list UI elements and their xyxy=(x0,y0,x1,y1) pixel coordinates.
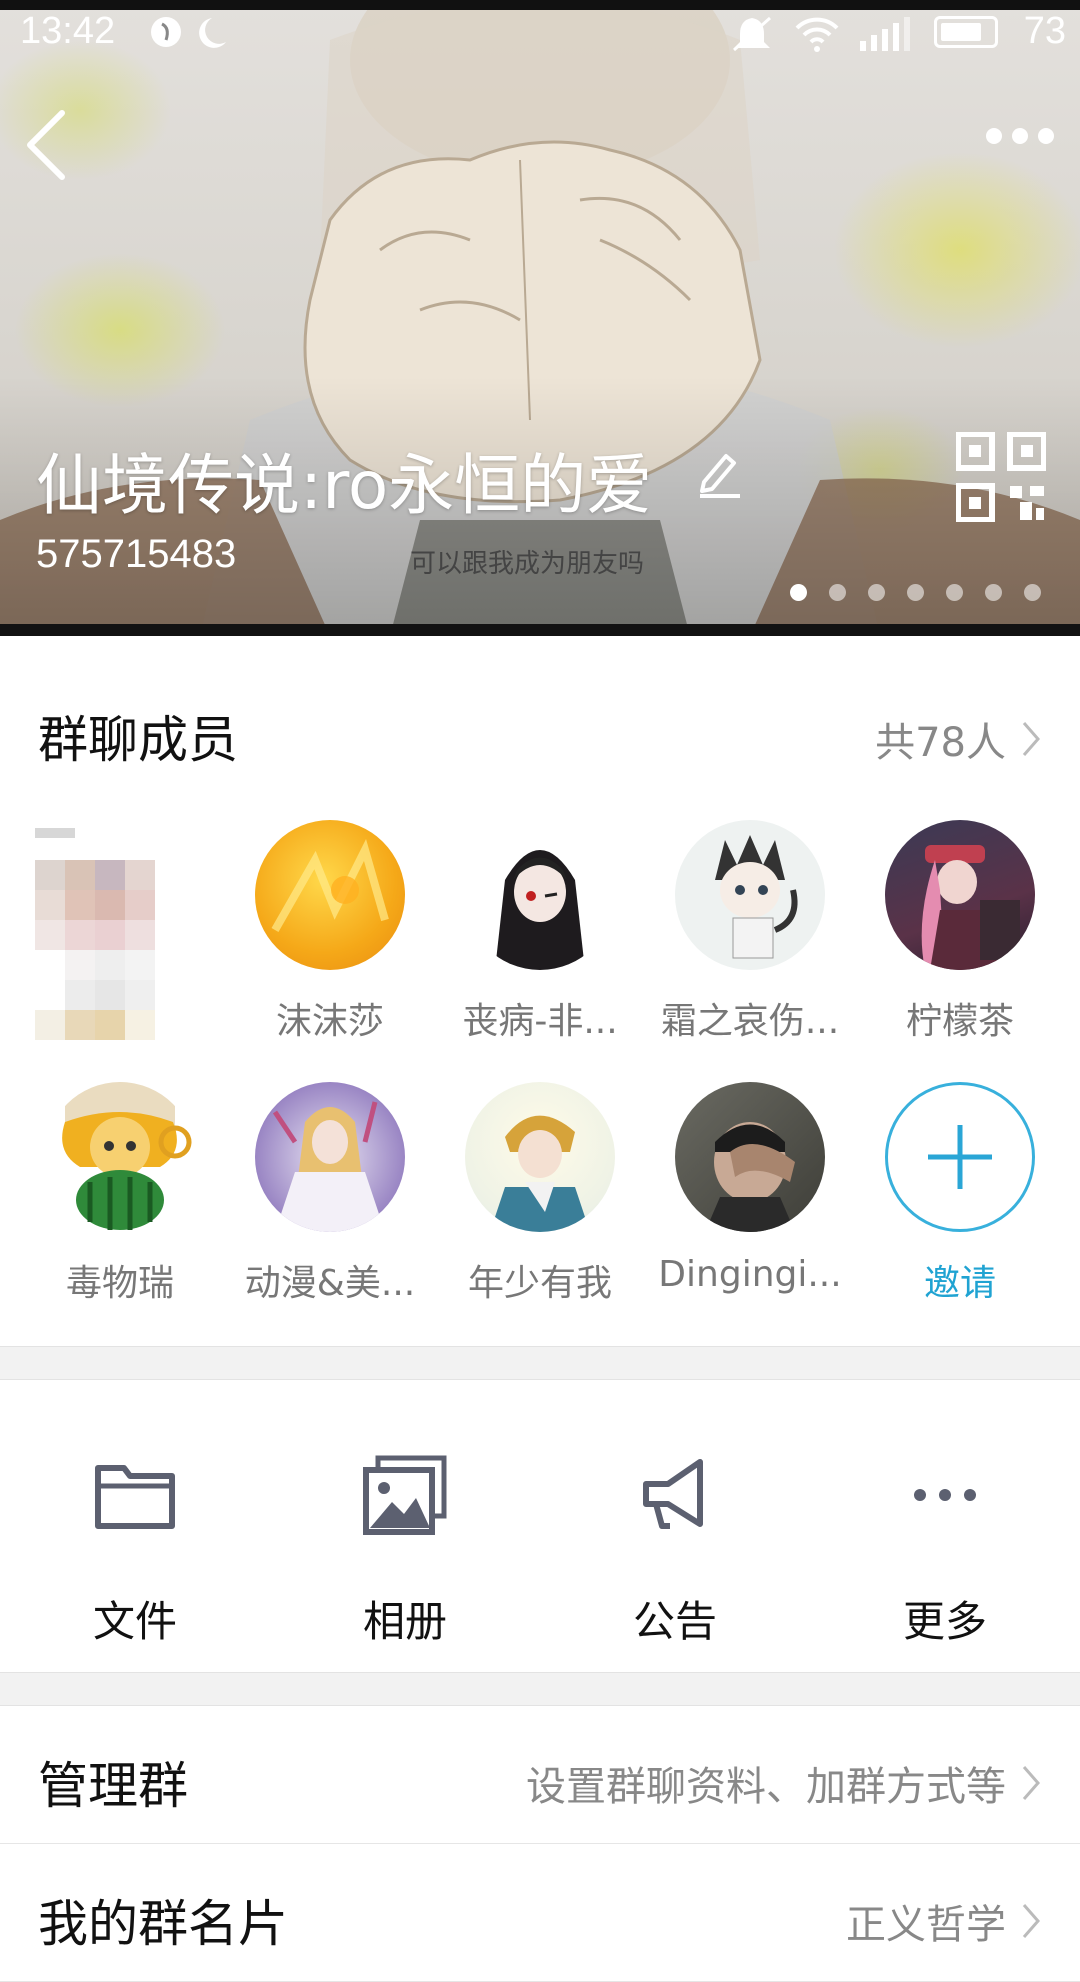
page-dot xyxy=(985,584,1002,601)
avatar xyxy=(675,820,825,970)
member-name: Dingingi... xyxy=(658,1254,842,1295)
page-dot xyxy=(868,584,885,601)
manage-group-row[interactable]: 管理群 设置群聊资料、加群方式等 xyxy=(0,1706,1080,1844)
member-count-link[interactable]: 共78人 xyxy=(875,710,1042,768)
mute-bell-icon xyxy=(733,16,771,52)
status-connectivity xyxy=(730,14,910,54)
avatar xyxy=(675,1082,825,1232)
member-item[interactable]: 霜之哀伤... xyxy=(645,820,855,1044)
invite-plus-icon xyxy=(885,1082,1035,1232)
my-group-card-row[interactable]: 我的群名片 正义哲学 xyxy=(0,1844,1080,1982)
member-item[interactable]: 年少有我 xyxy=(435,1082,645,1306)
banner-page-indicator xyxy=(790,584,1041,601)
member-name: 霜之哀伤... xyxy=(660,1001,840,1042)
avatar xyxy=(465,1082,615,1232)
member-item[interactable]: Dingingi... xyxy=(645,1082,855,1295)
row-value-text: 设置群聊资料、加群方式等 xyxy=(526,1764,1006,1810)
banner-subtitle: 可以跟我成为朋友吗 xyxy=(410,549,645,579)
group-id: 575715483 xyxy=(36,532,237,576)
tool-label: 更多 xyxy=(902,1597,987,1646)
member-name: 丧病-非... xyxy=(462,1001,618,1042)
member-name: 动漫&美... xyxy=(244,1263,416,1304)
moon-icon xyxy=(151,17,226,48)
chevron-right-icon xyxy=(1022,722,1040,756)
page-dot xyxy=(1024,584,1041,601)
group-tools: 文件 相册 公告 更多 xyxy=(0,1380,1080,1670)
back-arrow-icon[interactable] xyxy=(22,105,82,185)
member-count: 共78人 xyxy=(875,720,1006,766)
tool-announcement[interactable]: 公告 xyxy=(540,1380,810,1649)
qr-code-icon[interactable] xyxy=(956,432,1046,522)
invite-button[interactable]: 邀请 xyxy=(855,1082,1065,1306)
avatar xyxy=(45,1082,195,1232)
tool-label: 相册 xyxy=(362,1597,447,1646)
page-dot xyxy=(790,584,807,601)
group-header-banner[interactable]: 13:42 73 仙境传说:ro永恒的爱 575715483 可以跟我成为朋友吗 xyxy=(0,0,1080,636)
row-title: 管理群 xyxy=(38,1757,188,1815)
avatar xyxy=(465,820,615,970)
tool-label: 公告 xyxy=(632,1597,717,1646)
wifi-icon xyxy=(795,17,839,52)
members-section-title: 群聊成员 xyxy=(38,711,238,769)
member-name: 毒物瑞 xyxy=(65,1263,174,1304)
edit-pencil-icon[interactable] xyxy=(696,446,742,498)
banner-bottom-edge xyxy=(0,624,1080,636)
section-divider xyxy=(0,1346,1080,1380)
battery-icon xyxy=(934,16,998,48)
avatar xyxy=(885,820,1035,970)
album-icon xyxy=(363,1455,447,1535)
dot-icon xyxy=(1038,128,1054,144)
member-item[interactable]: 柠檬茶 xyxy=(855,820,1065,1044)
more-dots-icon xyxy=(914,1489,976,1501)
member-item[interactable]: 毒物瑞 xyxy=(15,1082,225,1306)
row-value: 设置群聊资料、加群方式等 xyxy=(526,1754,1042,1812)
member-item[interactable]: 丧病-非... xyxy=(435,820,645,1044)
folder-icon xyxy=(95,1465,175,1529)
chevron-right-icon xyxy=(1022,1766,1040,1800)
status-bar: 13:42 73 xyxy=(0,0,1080,64)
member-name: 柠檬茶 xyxy=(905,1001,1014,1042)
member-grid: 沫沫莎 丧病-非... 霜之哀伤... 柠檬茶 毒物瑞 动漫&美... 年少有我… xyxy=(0,820,1080,1304)
tool-more[interactable]: 更多 xyxy=(810,1380,1080,1649)
chevron-right-icon xyxy=(1022,1904,1040,1938)
status-notification-icons xyxy=(148,12,238,61)
row-value-text: 正义哲学 xyxy=(846,1902,1006,1948)
tool-label: 文件 xyxy=(92,1597,177,1646)
battery-level: 73 xyxy=(1023,10,1066,52)
dot-icon xyxy=(1012,128,1028,144)
avatar xyxy=(255,1082,405,1232)
member-name: 年少有我 xyxy=(467,1263,612,1304)
tool-album[interactable]: 相册 xyxy=(270,1380,540,1649)
more-options-button[interactable] xyxy=(986,128,1054,144)
avatar xyxy=(255,820,405,970)
signal-4g-icon xyxy=(860,17,910,51)
page-dot xyxy=(946,584,963,601)
invite-label: 邀请 xyxy=(923,1263,996,1304)
status-time: 13:42 xyxy=(20,10,116,52)
row-value: 正义哲学 xyxy=(846,1892,1042,1950)
row-title: 我的群名片 xyxy=(38,1895,288,1953)
section-divider xyxy=(0,1672,1080,1706)
status-topline xyxy=(0,0,1080,10)
member-item[interactable]: 动漫&美... xyxy=(225,1082,435,1306)
tool-files[interactable]: 文件 xyxy=(0,1380,270,1649)
group-name: 仙境传说:ro永恒的爱 xyxy=(36,447,653,524)
dot-icon xyxy=(986,128,1002,144)
member-name: 沫沫莎 xyxy=(275,1001,384,1042)
page-dot xyxy=(907,584,924,601)
megaphone-icon xyxy=(643,1459,703,1529)
page-dot xyxy=(829,584,846,601)
member-item[interactable]: 沫沫莎 xyxy=(225,820,435,1044)
